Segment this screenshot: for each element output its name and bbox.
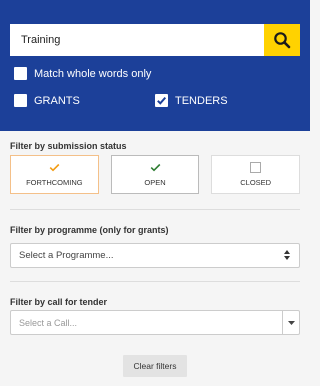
status-forthcoming-label: FORTHCOMING <box>26 178 83 187</box>
programme-select[interactable]: Select a Programme... <box>10 243 300 268</box>
match-whole-words-label: Match whole words only <box>34 67 152 80</box>
tenders-option[interactable]: TENDERS <box>155 94 228 107</box>
check-icon <box>150 162 161 173</box>
clear-filters-button[interactable]: Clear filters <box>123 355 187 377</box>
call-filter-title: Filter by call for tender <box>10 297 108 307</box>
tenders-checkbox[interactable] <box>155 94 168 107</box>
submission-status-group: FORTHCOMING OPEN CLOSED <box>10 155 301 194</box>
check-icon <box>49 162 60 173</box>
sort-arrows-icon <box>284 250 290 260</box>
search-input[interactable] <box>10 24 264 56</box>
empty-checkbox-icon <box>250 162 262 173</box>
check-icon <box>157 96 167 105</box>
match-whole-words-option[interactable]: Match whole words only <box>14 67 151 80</box>
grants-label: GRANTS <box>34 94 80 107</box>
grants-option[interactable]: GRANTS <box>14 94 80 107</box>
match-whole-words-checkbox[interactable] <box>14 67 27 80</box>
submission-status-title: Filter by submission status <box>10 141 127 151</box>
call-select-placeholder: Select a Call... <box>19 317 78 328</box>
programme-filter-title: Filter by programme (only for grants) <box>10 225 169 235</box>
search-box <box>10 24 300 56</box>
status-open-label: OPEN <box>144 178 166 187</box>
search-panel: Match whole words only GRANTS TENDERS <box>0 0 310 131</box>
status-open-button[interactable]: OPEN <box>110 155 200 194</box>
programme-select-value: Select a Programme... <box>19 250 114 261</box>
status-closed-button[interactable]: CLOSED <box>211 155 301 194</box>
dropdown-toggle[interactable] <box>282 311 299 334</box>
search-button[interactable] <box>264 24 300 56</box>
caret-down-icon <box>287 320 295 325</box>
divider <box>10 281 300 282</box>
call-select[interactable]: Select a Call... <box>10 310 300 335</box>
tenders-label: TENDERS <box>175 94 228 107</box>
search-icon <box>274 32 291 49</box>
divider <box>10 209 300 210</box>
status-closed-label: CLOSED <box>240 178 272 187</box>
grants-checkbox[interactable] <box>14 94 27 107</box>
status-forthcoming-button[interactable]: FORTHCOMING <box>10 155 99 194</box>
